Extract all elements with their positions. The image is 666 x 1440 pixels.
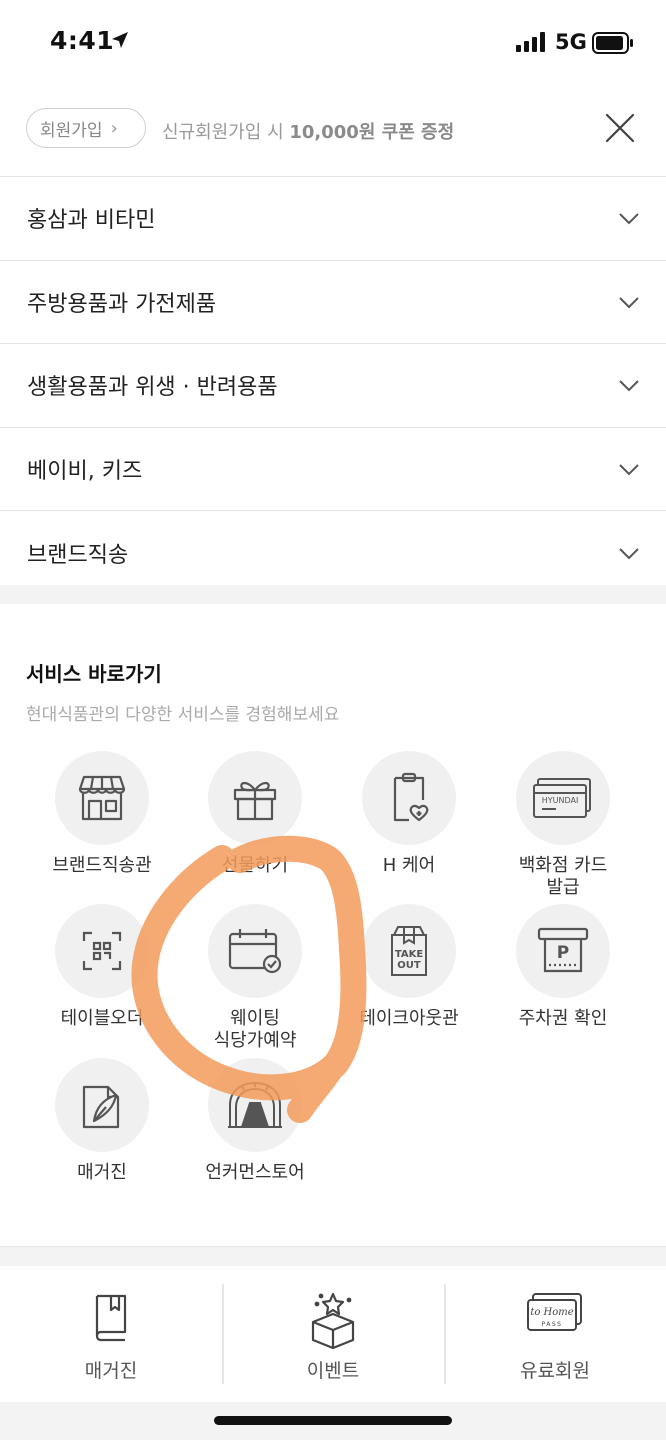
bottom-quick-links: 매거진 이벤트 to Home PASS 유료회원 bbox=[0, 1266, 666, 1402]
card-icon-text: HYUNDAI bbox=[542, 796, 579, 805]
bottom-link-paid-membership[interactable]: to Home PASS 유료회원 bbox=[444, 1266, 666, 1402]
service-label: 테이블오더 bbox=[60, 1008, 144, 1029]
service-h-care[interactable]: H 케어 bbox=[333, 751, 485, 877]
service-gift[interactable]: 선물하기 bbox=[179, 751, 331, 877]
clipboard-heart-icon bbox=[362, 751, 456, 845]
section-divider bbox=[0, 585, 666, 604]
to-home-pass-icon: to Home PASS bbox=[527, 1293, 582, 1331]
home-indicator[interactable] bbox=[214, 1416, 452, 1425]
signup-promo-text: 신규회원가입 시 10,000원 쿠폰 증정 bbox=[162, 118, 454, 144]
service-label: 테이크아웃관 bbox=[359, 1008, 459, 1029]
signup-button[interactable]: 회원가입 › bbox=[26, 108, 146, 148]
parking-letter: P bbox=[557, 943, 569, 963]
services-subtitle: 현대식품관의 다양한 서비스를 경험해보세요 bbox=[26, 705, 340, 725]
feather-page-icon bbox=[55, 1058, 149, 1152]
gift-box-star-icon bbox=[311, 1292, 355, 1350]
category-label: 주방용품과 가전제품 bbox=[27, 291, 217, 317]
takeout-bag-icon: TAKE OUT bbox=[362, 904, 456, 998]
service-takeout[interactable]: TAKE OUT 테이크아웃관 bbox=[333, 904, 485, 1030]
pass-text-2: PASS bbox=[542, 1321, 563, 1328]
location-arrow-icon bbox=[112, 32, 128, 48]
battery-icon bbox=[592, 32, 633, 54]
status-bar: 4:41 5G bbox=[0, 0, 666, 88]
status-time: 4:41 bbox=[50, 26, 115, 55]
chevron-down-icon bbox=[619, 380, 639, 392]
takeout-text-2: OUT bbox=[397, 960, 421, 971]
bottom-link-event[interactable]: 이벤트 bbox=[222, 1266, 444, 1402]
service-label: 선물하기 bbox=[221, 855, 289, 876]
category-item[interactable]: 생활용품과 위생 · 반려용품 bbox=[0, 344, 666, 428]
category-item[interactable]: 홍삼과 비타민 bbox=[0, 177, 666, 261]
service-label: 주차권 확인 bbox=[518, 1008, 608, 1029]
category-item[interactable]: 베이비, 키즈 bbox=[0, 428, 666, 512]
service-label: 브랜드직송관 bbox=[52, 855, 152, 876]
dome-store-icon bbox=[208, 1058, 302, 1152]
service-label: 언커먼스토어 bbox=[205, 1162, 305, 1183]
pass-text-1: to Home bbox=[530, 1307, 573, 1318]
services-title: 서비스 바로가기 bbox=[26, 662, 162, 686]
storefront-icon bbox=[55, 751, 149, 845]
service-magazine[interactable]: 매거진 bbox=[26, 1058, 178, 1184]
service-label: 매거진 bbox=[77, 1162, 127, 1183]
category-label: 브랜드직송 bbox=[27, 542, 129, 568]
category-item[interactable]: 주방용품과 가전제품 bbox=[0, 261, 666, 345]
network-type: 5G bbox=[555, 30, 587, 54]
bottom-link-label: 유료회원 bbox=[520, 1360, 590, 1382]
category-list: 홍삼과 비타민 주방용품과 가전제품 생활용품과 위생 · 반려용품 베이비, … bbox=[0, 176, 666, 595]
takeout-text-1: TAKE bbox=[395, 949, 424, 960]
book-icon bbox=[95, 1294, 127, 1342]
chevron-right-icon: › bbox=[110, 117, 118, 139]
service-card-issue[interactable]: HYUNDAI 백화점 카드 발급 bbox=[487, 751, 639, 899]
bottom-link-label: 매거진 bbox=[84, 1360, 138, 1382]
category-item[interactable]: 브랜드직송 bbox=[0, 511, 666, 595]
service-label: H 케어 bbox=[382, 855, 436, 876]
service-waiting-reservation[interactable]: 웨이팅 식당가예약 bbox=[179, 904, 331, 1052]
category-label: 생활용품과 위생 · 반려용품 bbox=[27, 375, 278, 401]
bottom-link-label: 이벤트 bbox=[306, 1360, 360, 1382]
promo-prefix: 신규회원가입 시 bbox=[162, 122, 290, 143]
signal-icon bbox=[516, 32, 545, 52]
chevron-down-icon bbox=[619, 213, 639, 225]
service-table-order[interactable]: 테이블오더 bbox=[26, 904, 178, 1030]
service-brand-direct[interactable]: 브랜드직송관 bbox=[26, 751, 178, 877]
signup-header: 회원가입 › 신규회원가입 시 10,000원 쿠폰 증정 bbox=[0, 108, 666, 154]
section-divider bbox=[0, 1246, 666, 1266]
service-uncommon-store[interactable]: 언커먼스토어 bbox=[179, 1058, 331, 1184]
gift-icon bbox=[208, 751, 302, 845]
service-label: 백화점 카드 발급 bbox=[518, 855, 608, 898]
qr-scan-icon bbox=[55, 904, 149, 998]
parking-ticket-icon: P bbox=[516, 904, 610, 998]
calendar-check-icon bbox=[208, 904, 302, 998]
signup-button-label: 회원가입 bbox=[40, 120, 103, 141]
service-label: 웨이팅 식당가예약 bbox=[213, 1008, 297, 1051]
chevron-down-icon bbox=[619, 547, 639, 560]
card-icon: HYUNDAI bbox=[516, 751, 610, 845]
bottom-link-magazine[interactable]: 매거진 bbox=[0, 1266, 222, 1402]
category-label: 베이비, 키즈 bbox=[27, 459, 143, 485]
service-parking[interactable]: P 주차권 확인 bbox=[487, 904, 639, 1030]
chevron-down-icon bbox=[619, 297, 639, 309]
chevron-down-icon bbox=[619, 464, 639, 476]
close-icon[interactable] bbox=[602, 110, 638, 146]
category-label: 홍삼과 비타민 bbox=[27, 208, 156, 234]
promo-highlight: 10,000원 쿠폰 증정 bbox=[289, 122, 455, 143]
